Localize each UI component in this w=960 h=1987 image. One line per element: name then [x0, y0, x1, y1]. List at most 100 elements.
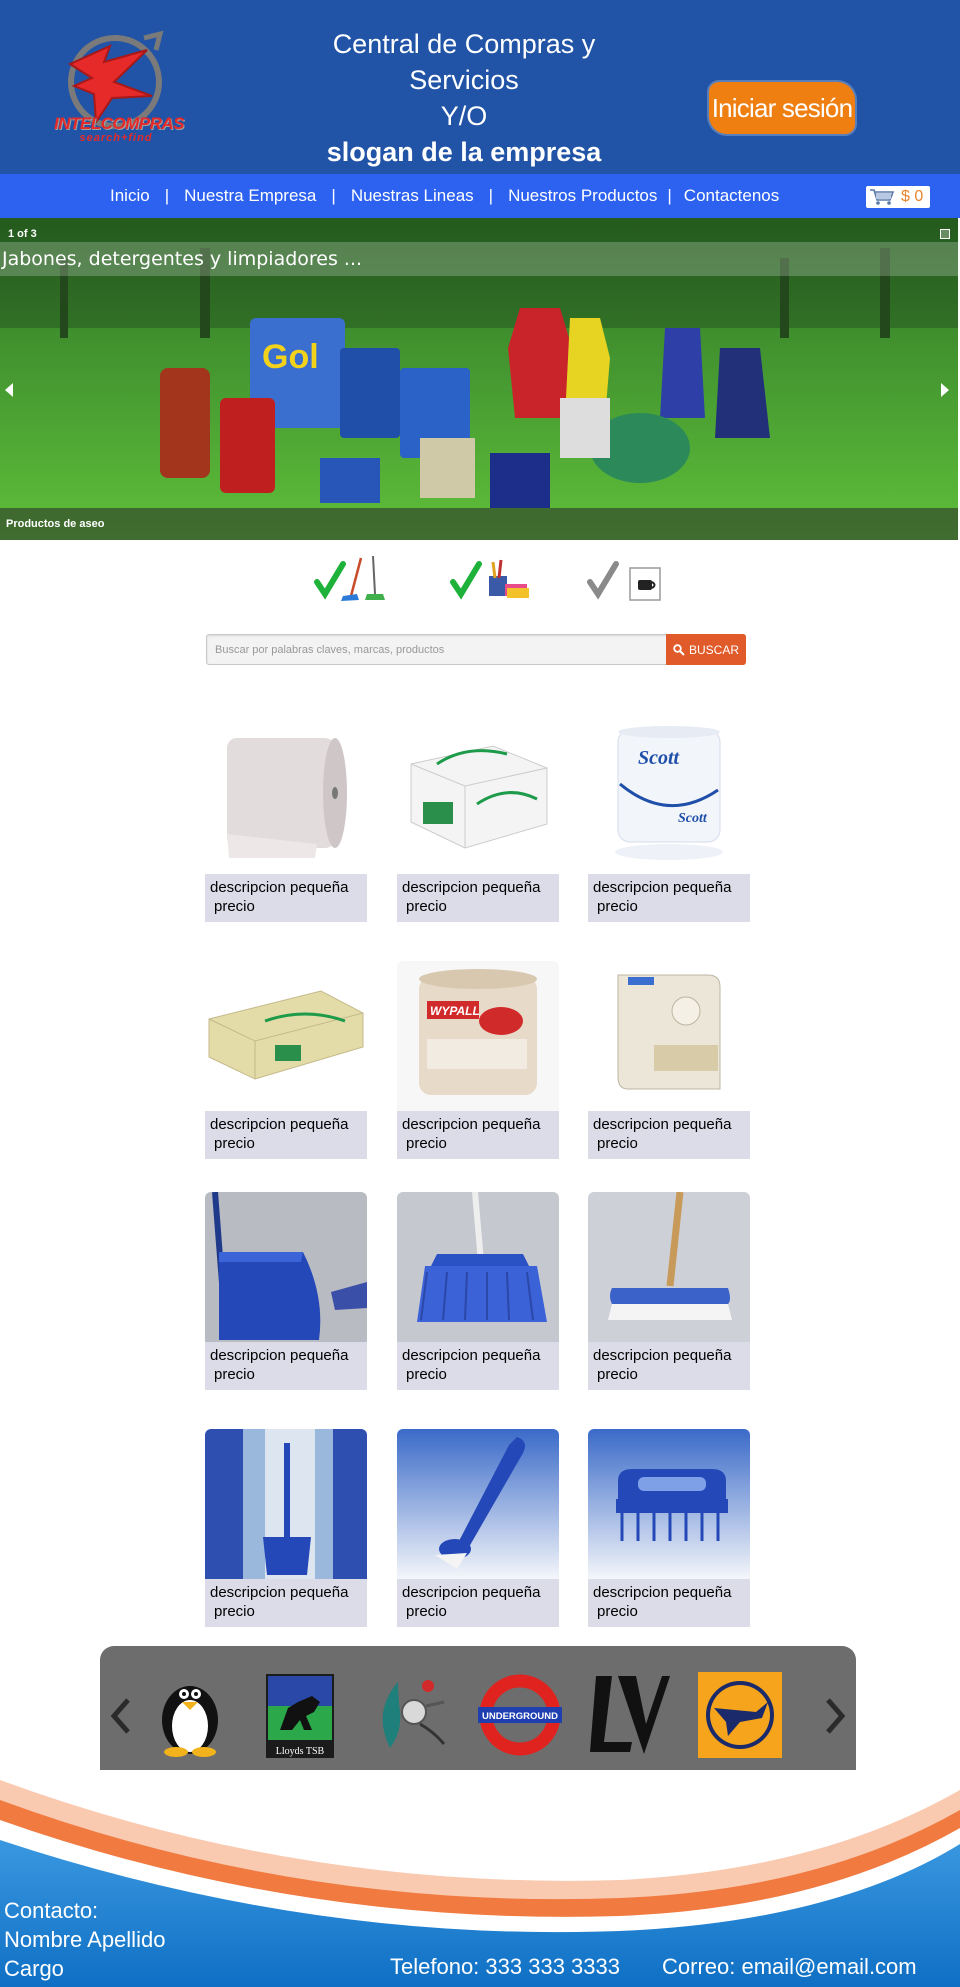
logo-subtext: search+find	[79, 132, 153, 144]
product-info: descripcion pequeña precio	[588, 1342, 750, 1390]
category-cleaning-icon[interactable]	[313, 554, 395, 604]
nav-separator: |	[331, 186, 336, 205]
svg-text:Scott: Scott	[638, 747, 681, 769]
product-info: descripcion pequeña precio	[397, 1342, 559, 1390]
product-card[interactable]: WYPALL descripcion pequeña precio	[397, 961, 559, 1159]
product-card[interactable]: descripcion pequeña precio	[588, 1192, 750, 1390]
product-image	[205, 1192, 367, 1342]
category-cafeteria-icon[interactable]	[586, 554, 668, 604]
title-line-3: Y/O	[440, 101, 488, 131]
brand-drop[interactable]	[368, 1672, 452, 1758]
product-image	[397, 724, 559, 874]
nav-item-nuestros-productos[interactable]: Nuestros Productos	[508, 186, 657, 206]
contact-role: Cargo	[4, 1956, 64, 1981]
nav-item-nuestras-lineas[interactable]: Nuestras Lineas	[351, 186, 474, 206]
product-description: descripcion pequeña	[210, 1347, 349, 1364]
shopping-cart-icon	[870, 189, 895, 205]
search-bar: BUSCAR	[206, 634, 746, 665]
product-card[interactable]: descripcion pequeña precio	[397, 1429, 559, 1627]
underground-brand-text: UNDERGROUND	[482, 1711, 558, 1722]
category-office-icon[interactable]	[449, 554, 531, 604]
lv-logo-icon	[590, 1676, 670, 1754]
title-line-2: Servicios	[409, 65, 519, 95]
product-price: precio	[597, 1135, 638, 1152]
contact-name: Nombre Apellido	[4, 1927, 166, 1952]
title-line-1: Central de Compras y	[332, 29, 596, 59]
search-button-label: BUSCAR	[688, 642, 739, 657]
product-image	[397, 1429, 559, 1579]
slider-next-arrow-icon[interactable]	[938, 380, 952, 400]
product-description: descripcion pequeña	[593, 879, 732, 896]
lloyds-brand-text: Lloyds TSB	[276, 1746, 325, 1757]
product-description: descripcion pequeña	[402, 1347, 541, 1364]
product-image	[588, 1429, 750, 1579]
paper-roll-image	[205, 724, 367, 874]
brand-crane[interactable]	[698, 1672, 782, 1758]
svg-text:WYPALL: WYPALL	[430, 1004, 480, 1018]
product-description: descripcion pequeña	[402, 1584, 541, 1601]
nav-item-inicio[interactable]: Inicio	[110, 186, 150, 206]
brands-carousel: Lloyds TSB UNDERGROUND	[100, 1646, 856, 1784]
slide-toggle-button[interactable]	[940, 229, 950, 239]
brand-lv[interactable]	[588, 1672, 672, 1758]
search-input[interactable]	[207, 635, 665, 664]
product-card[interactable]: descripcion pequeña precio	[588, 961, 750, 1159]
product-info: descripcion pequeña precio	[205, 874, 367, 922]
footer-email[interactable]: Correo: email@email.com	[662, 1954, 917, 1980]
product-card[interactable]: descripcion pequeña precio	[205, 724, 367, 922]
nav-separator: |	[667, 186, 672, 205]
product-card[interactable]: Scott Scott descripcion pequeña precio	[588, 724, 750, 922]
slogan: slogan de la empresa	[326, 137, 602, 167]
product-price: precio	[597, 1603, 638, 1620]
cart-button[interactable]: $ 0	[866, 186, 930, 208]
slider-prev-arrow-icon[interactable]	[2, 380, 16, 400]
company-logo[interactable]: INTELCOMPRAS search+find	[52, 24, 185, 152]
product-card[interactable]: descripcion pequeña precio	[588, 1429, 750, 1627]
nav-item-contactenos[interactable]: Contactenos	[684, 186, 779, 206]
product-price: precio	[214, 1135, 255, 1152]
main-nav: Inicio | Nuestra Empresa | Nuestras Line…	[0, 174, 960, 218]
scott-roll-image: Scott Scott	[588, 724, 750, 874]
product-description: descripcion pequeña	[210, 1116, 349, 1133]
product-description: descripcion pequeña	[210, 879, 349, 896]
product-card[interactable]: descripcion pequeña precio	[205, 961, 367, 1159]
footer-contact: Contacto: Nombre Apellido Cargo	[4, 1896, 165, 1983]
site-title: Central de Compras y Servicios Y/O sloga…	[300, 26, 628, 170]
product-info: descripcion pequeña precio	[588, 874, 750, 922]
site-header: INTELCOMPRAS search+find Central de Comp…	[0, 0, 960, 174]
dustpan-image	[205, 1192, 367, 1342]
crane-logo-icon	[698, 1672, 782, 1758]
nav-separator: |	[488, 186, 494, 205]
brand-penguin[interactable]	[148, 1672, 232, 1758]
brands-prev-arrow-icon[interactable]	[110, 1696, 132, 1736]
product-description: descripcion pequeña	[402, 879, 541, 896]
logo-text: INTELCOMPRAS	[54, 114, 185, 133]
svg-text:Gol: Gol	[262, 338, 319, 376]
hero-slider[interactable]: Gol 1 of 3 Jabones, detergentes y limpia…	[0, 218, 958, 540]
brand-lloyds[interactable]: Lloyds TSB	[258, 1672, 342, 1760]
product-image	[205, 724, 367, 874]
product-image: Scott Scott	[588, 724, 750, 874]
product-info: descripcion pequeña precio	[588, 1579, 750, 1627]
product-card[interactable]: descripcion pequeña precio	[397, 1192, 559, 1390]
product-price: precio	[406, 898, 447, 915]
product-price: precio	[214, 1366, 255, 1383]
search-button[interactable]: BUSCAR	[666, 634, 746, 665]
slide-caption: Jabones, detergentes y limpiadores ...	[0, 242, 958, 276]
brand-underground[interactable]: UNDERGROUND	[478, 1672, 562, 1758]
product-card[interactable]: descripcion pequeña precio	[205, 1192, 367, 1390]
brands-next-arrow-icon[interactable]	[824, 1696, 846, 1736]
product-price: precio	[406, 1366, 447, 1383]
paper-towel-pack-image	[397, 724, 559, 874]
product-price: precio	[406, 1135, 447, 1152]
product-price: precio	[406, 1603, 447, 1620]
product-info: descripcion pequeña precio	[205, 1111, 367, 1159]
product-image	[588, 961, 750, 1111]
product-info: descripcion pequeña precio	[397, 874, 559, 922]
product-image	[588, 1192, 750, 1342]
product-card[interactable]: descripcion pequeña precio	[397, 724, 559, 922]
login-button[interactable]: Iniciar sesión	[709, 82, 855, 134]
hand-brush-image	[588, 1429, 750, 1579]
product-card[interactable]: descripcion pequeña precio	[205, 1429, 367, 1627]
nav-item-nuestra-empresa[interactable]: Nuestra Empresa	[184, 186, 316, 206]
